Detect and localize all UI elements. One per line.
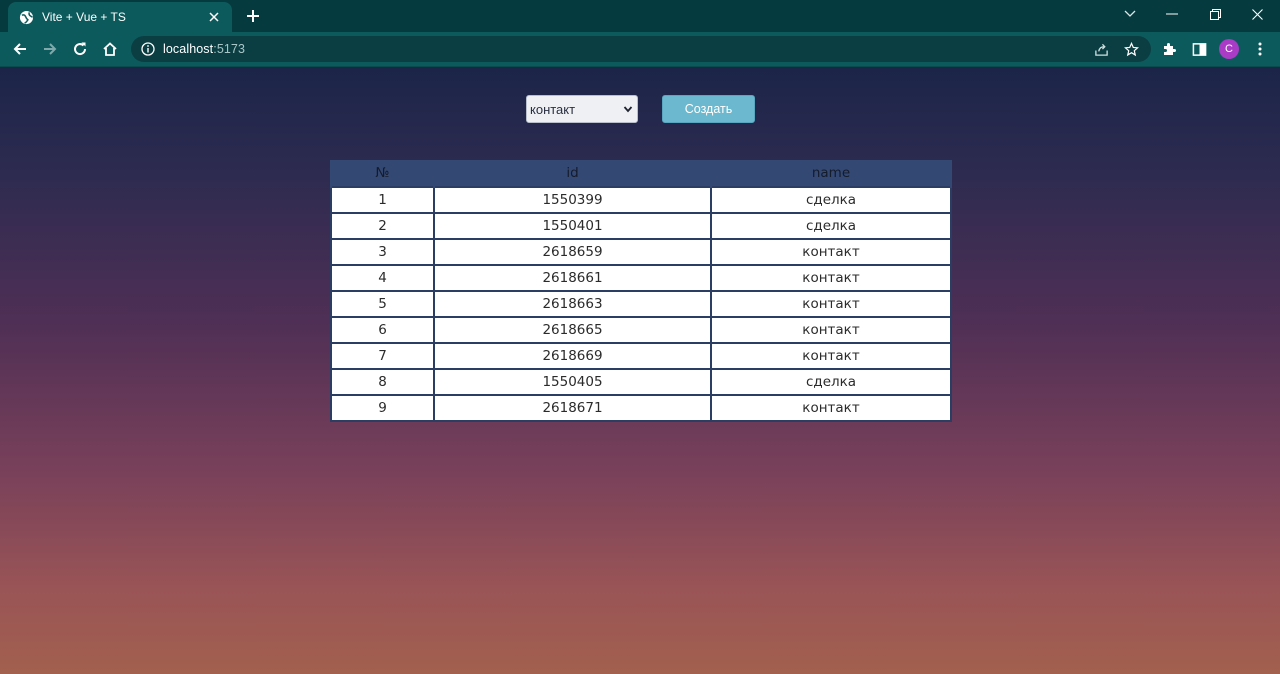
table-row: 3 2618659 контакт (330, 238, 952, 266)
cell-number: 3 (330, 238, 435, 266)
cell-name: сделка (710, 186, 952, 214)
cell-number: 6 (330, 316, 435, 344)
cell-name: сделка (710, 368, 952, 396)
table-header-row: № id name (330, 160, 952, 187)
cell-number: 2 (330, 212, 435, 240)
puzzle-icon[interactable] (1157, 37, 1181, 61)
cell-name: контакт (710, 290, 952, 318)
star-icon[interactable] (1119, 37, 1143, 61)
column-header-number: № (330, 160, 435, 187)
cell-name: контакт (710, 238, 952, 266)
chevron-down-icon (623, 106, 633, 113)
home-icon[interactable] (98, 37, 122, 61)
browser-toolbar: localhost:5173 C (0, 32, 1280, 67)
cell-id: 1550405 (433, 368, 712, 396)
cell-number: 8 (330, 368, 435, 396)
cell-id: 2618671 (433, 394, 712, 422)
kebab-menu-icon[interactable] (1248, 37, 1272, 61)
column-header-id: id (433, 160, 712, 187)
cell-id: 2618661 (433, 264, 712, 292)
cell-id: 2618663 (433, 290, 712, 318)
cell-number: 1 (330, 186, 435, 214)
table-row: 6 2618665 контакт (330, 316, 952, 344)
cell-name: контакт (710, 394, 952, 422)
table-row: 5 2618663 контакт (330, 290, 952, 318)
table-row: 2 1550401 сделка (330, 212, 952, 240)
table-row: 7 2618669 контакт (330, 342, 952, 370)
back-arrow-icon[interactable] (8, 37, 32, 61)
cell-name: контакт (710, 264, 952, 292)
info-icon[interactable] (140, 41, 156, 57)
cell-number: 4 (330, 264, 435, 292)
entity-type-selected: контакт (530, 101, 576, 117)
table-row: 9 2618671 контакт (330, 394, 952, 422)
table-row: 8 1550405 сделка (330, 368, 952, 396)
cell-name: сделка (710, 212, 952, 240)
close-window-icon[interactable] (1245, 4, 1269, 24)
cell-name: контакт (710, 342, 952, 370)
cell-name: контакт (710, 316, 952, 344)
table-row: 4 2618661 контакт (330, 264, 952, 292)
cell-id: 2618669 (433, 342, 712, 370)
profile-avatar[interactable]: C (1219, 39, 1239, 59)
cell-number: 5 (330, 290, 435, 318)
cell-id: 1550399 (433, 186, 712, 214)
address-url: localhost:5173 (163, 42, 245, 56)
address-bar[interactable]: localhost:5173 (131, 36, 1151, 62)
cell-id: 2618659 (433, 238, 712, 266)
page-content: контакт Создать № id name 1 1550399 сделка… (0, 67, 1280, 674)
create-button[interactable]: Создать (662, 95, 755, 123)
table-row: 1 1550399 сделка (330, 186, 952, 214)
forward-arrow-icon[interactable] (38, 37, 62, 61)
restore-icon[interactable] (1203, 4, 1227, 24)
globe-icon (19, 10, 34, 25)
side-panel-icon[interactable] (1187, 37, 1211, 61)
minimize-icon[interactable] (1160, 4, 1184, 24)
column-header-name: name (710, 160, 952, 187)
entity-type-select[interactable]: контакт (526, 95, 638, 123)
entities-table: № id name 1 1550399 сделка 2 1550401 сделка … (330, 160, 952, 422)
browser-tab-strip: Vite + Vue + TS (0, 0, 1280, 32)
cell-number: 7 (330, 342, 435, 370)
cell-number: 9 (330, 394, 435, 422)
reload-icon[interactable] (68, 37, 92, 61)
share-icon[interactable] (1089, 37, 1113, 61)
address-port: :5173 (213, 42, 246, 56)
plus-icon[interactable] (244, 7, 262, 25)
close-icon[interactable] (206, 9, 222, 25)
browser-tab[interactable]: Vite + Vue + TS (8, 2, 232, 32)
cell-id: 2618665 (433, 316, 712, 344)
address-host: localhost (163, 42, 214, 56)
tab-search-icon[interactable] (1118, 4, 1142, 24)
tab-title: Vite + Vue + TS (42, 10, 126, 24)
cell-id: 1550401 (433, 212, 712, 240)
